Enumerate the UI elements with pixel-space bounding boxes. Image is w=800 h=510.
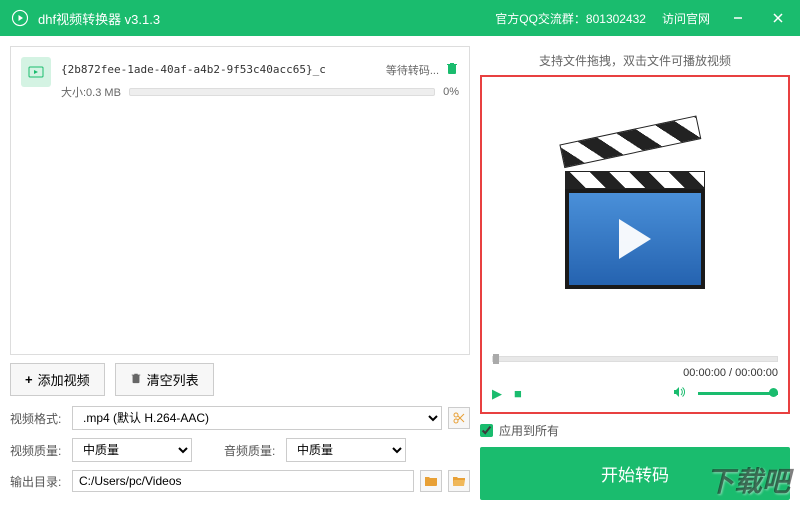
file-list: {2b872fee-1ade-40af-a4b2-9f53c40acc65}_c…	[10, 46, 470, 355]
progress-percent: 0%	[443, 86, 459, 98]
clapperboard-body-icon	[565, 171, 705, 189]
file-item[interactable]: {2b872fee-1ade-40af-a4b2-9f53c40acc65}_c…	[11, 47, 469, 110]
format-select[interactable]: .mp4 (默认 H.264-AAC)	[72, 406, 442, 430]
apply-all-label: 应用到所有	[499, 422, 559, 439]
file-size: 大小:0.3 MB	[61, 84, 121, 100]
file-name: {2b872fee-1ade-40af-a4b2-9f53c40acc65}_c	[61, 63, 326, 76]
trash-icon	[130, 372, 142, 387]
file-status: 等待转码...	[386, 62, 439, 78]
edit-format-icon[interactable]	[448, 407, 470, 429]
output-path-input[interactable]	[72, 470, 414, 492]
clear-list-button[interactable]: 清空列表	[115, 363, 214, 396]
volume-slider[interactable]	[698, 392, 778, 395]
qq-group-label[interactable]: 官方QQ交流群：801302432	[495, 10, 646, 27]
start-convert-button[interactable]: 开始转码	[480, 447, 790, 500]
stop-button[interactable]: ■	[514, 386, 522, 401]
time-display: 00:00:00 / 00:00:00	[492, 366, 778, 379]
app-logo-icon	[10, 8, 30, 28]
play-button[interactable]: ▶	[492, 386, 502, 402]
preview-panel: 00:00:00 / 00:00:00 ▶ ■	[480, 75, 790, 414]
video-quality-label: 视频质量:	[10, 442, 66, 459]
clapperboard-top-icon	[559, 115, 701, 168]
minimize-button[interactable]	[726, 6, 750, 30]
playback-scrubber[interactable]	[492, 356, 778, 362]
clapperboard-screen-icon	[565, 189, 705, 289]
browse-folder-icon[interactable]	[420, 470, 442, 492]
preview-hint: 支持文件拖拽，双击文件可播放视频	[480, 46, 790, 75]
play-icon	[619, 219, 651, 259]
titlebar: dhf视频转换器 v3.1.3 官方QQ交流群：801302432 访问官网	[0, 0, 800, 36]
open-folder-icon[interactable]	[448, 470, 470, 492]
preview-placeholder	[492, 87, 778, 348]
add-video-button[interactable]: + 添加视频	[10, 363, 105, 396]
apply-all-checkbox[interactable]	[480, 424, 493, 437]
plus-icon: +	[25, 372, 33, 387]
scrubber-thumb[interactable]	[493, 354, 499, 364]
volume-thumb[interactable]	[769, 388, 778, 397]
close-button[interactable]	[766, 6, 790, 30]
delete-file-icon[interactable]	[445, 61, 459, 78]
website-link[interactable]: 访问官网	[662, 10, 710, 27]
video-file-icon	[21, 57, 51, 87]
volume-icon[interactable]	[672, 385, 686, 402]
format-label: 视频格式:	[10, 410, 66, 427]
app-title: dhf视频转换器 v3.1.3	[38, 9, 495, 28]
audio-quality-label: 音频质量:	[224, 442, 280, 459]
output-label: 输出目录:	[10, 473, 66, 490]
video-quality-select[interactable]: 中质量	[72, 438, 192, 462]
audio-quality-select[interactable]: 中质量	[286, 438, 406, 462]
progress-bar	[129, 88, 435, 96]
